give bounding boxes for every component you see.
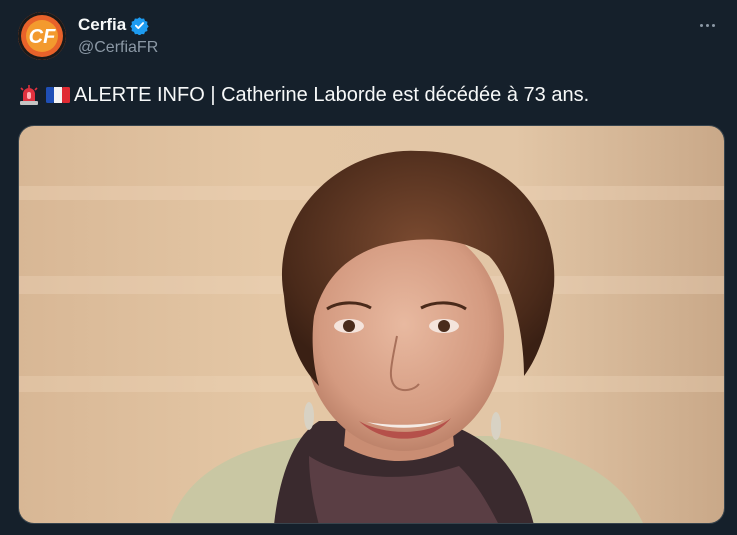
tweet-text: ALERTE INFO | Catherine Laborde est décé…	[18, 82, 589, 108]
avatar[interactable]: CF	[18, 12, 66, 60]
rotating-light-emoji	[18, 84, 40, 106]
tweet-body-text: ALERTE INFO | Catherine Laborde est décé…	[74, 84, 590, 106]
france-flag-emoji	[45, 84, 70, 106]
tweet-photo[interactable]	[18, 125, 725, 524]
author-names: Cerfia @CerfiaFR	[78, 14, 158, 57]
display-name[interactable]: Cerfia	[78, 15, 126, 35]
author-handle[interactable]: @CerfiaFR	[78, 39, 158, 57]
verified-badge-icon	[130, 16, 149, 36]
avatar-logo-text: CF	[29, 26, 56, 48]
tweet-card[interactable]: CF Cerfia @CerfiaFR ALERTE INFO | Cather…	[0, 0, 737, 535]
tweet-header: CF Cerfia @CerfiaFR	[18, 12, 725, 62]
more-options-icon[interactable]	[693, 14, 721, 36]
